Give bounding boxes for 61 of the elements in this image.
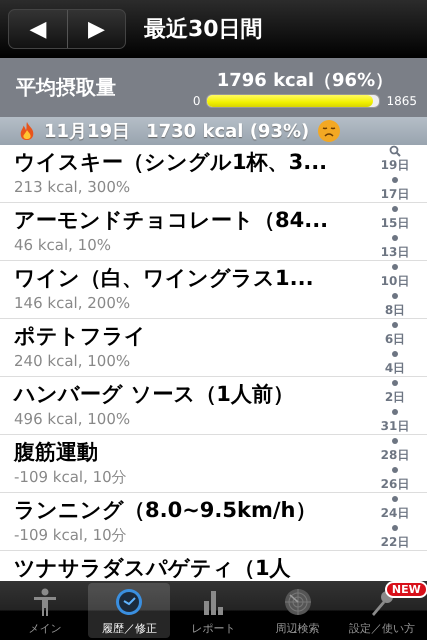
new-badge: NEW [384, 581, 427, 598]
sad-face-icon [317, 119, 342, 143]
index-dot[interactable] [392, 235, 398, 241]
range-max: 1865 [386, 94, 417, 108]
entry-detail: 240 kcal, 100% [14, 351, 130, 372]
radar-icon [282, 587, 313, 617]
entry-name: ツナサラダスパゲティ（1人 [14, 555, 291, 581]
index-label[interactable]: 22日 [380, 535, 410, 549]
index-dot[interactable] [392, 409, 398, 415]
range-min: 0 [192, 94, 200, 108]
tab[interactable]: 履歴／修正 [88, 583, 170, 638]
section-total: 1730 kcal (93%) [146, 120, 310, 142]
screen-title: 最近30日間 [144, 16, 263, 44]
index-label[interactable]: 2日 [384, 390, 406, 404]
entry-detail: 213 kcal, 300% [14, 177, 130, 198]
index-dot[interactable] [392, 293, 398, 299]
index-dot[interactable] [392, 322, 398, 328]
entry-name: ハンバーグ ソース（1人前） [14, 381, 294, 408]
entry-name: ウイスキー（シングル1杯、3... [14, 149, 328, 176]
index-dot[interactable] [392, 380, 398, 386]
tab[interactable]: レポート [172, 583, 255, 638]
index-label[interactable]: 15日 [380, 216, 410, 230]
index-label[interactable]: 26日 [380, 477, 410, 491]
entry-detail: 496 kcal, 100% [14, 409, 130, 430]
entry-detail: -109 kcal, 10分 [14, 525, 127, 546]
index-label[interactable]: 31日 [380, 419, 410, 433]
index-dot[interactable] [392, 525, 398, 531]
index-dot[interactable] [392, 206, 398, 212]
index-label[interactable]: 6日 [384, 332, 406, 346]
summary-label: 平均摂取量 [16, 74, 116, 101]
previous-button[interactable]: ◀ [9, 10, 67, 48]
index-label[interactable]: 24日 [380, 506, 410, 520]
section-date: 11月19日 [44, 120, 130, 143]
entry-name: ポテトフライ [14, 323, 146, 350]
index-dot[interactable] [392, 351, 398, 357]
clock-icon [114, 587, 144, 617]
index-dot[interactable] [392, 438, 398, 444]
index-dot[interactable] [392, 177, 398, 183]
entry-name: 腹筋運動 [14, 439, 98, 466]
index-label[interactable]: 19日 [380, 158, 410, 172]
index-dot[interactable] [392, 264, 398, 270]
search-icon[interactable] [389, 145, 401, 157]
index-label[interactable]: 28日 [380, 448, 410, 462]
entry-detail: 146 kcal, 200% [14, 293, 130, 314]
entry-name: アーモンドチョコレート（84... [14, 207, 328, 234]
index-dot[interactable] [392, 496, 398, 502]
average-intake-value: 1796 kcal（96%） [216, 68, 394, 92]
entry-name: ワイン（白、ワイングラス1... [14, 265, 314, 292]
next-button[interactable]: ▶ [67, 10, 125, 48]
entry-detail: -109 kcal, 10分 [14, 467, 127, 488]
index-label[interactable]: 17日 [380, 187, 410, 201]
entry-detail: 46 kcal, 10% [14, 235, 112, 256]
index-dot[interactable] [392, 467, 398, 473]
index-label[interactable]: 4日 [384, 361, 406, 375]
tab[interactable]: メイン [4, 583, 86, 638]
index-label[interactable]: 8日 [384, 303, 406, 317]
tab[interactable]: 周辺検索 [256, 583, 339, 638]
index-label[interactable]: 13日 [380, 245, 410, 259]
entry-name: ランニング（8.0~9.5km/h） [14, 497, 316, 524]
index-label[interactable]: 10日 [380, 274, 410, 288]
flame-icon [18, 121, 36, 141]
